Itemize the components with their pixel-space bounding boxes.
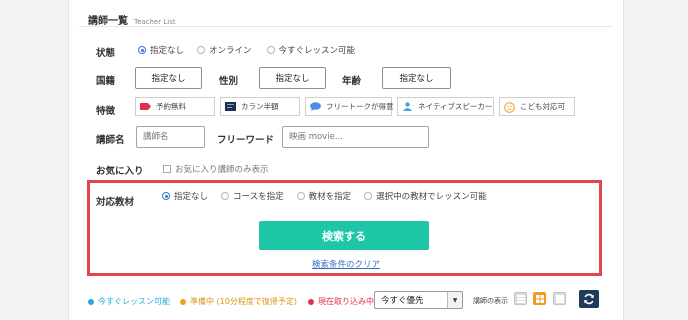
view-compact-button[interactable] — [553, 292, 566, 305]
favorites-label: お気に入り — [96, 166, 144, 177]
view-label: 講師の表示 — [473, 297, 508, 305]
teacher-name-input[interactable] — [136, 126, 205, 148]
checkbox-icon — [163, 165, 171, 173]
age-label: 年齢 — [342, 76, 362, 87]
gender-select[interactable]: 指定なし — [259, 67, 326, 89]
legend-preparing: 準備中 (10分程度で復帰予定) — [180, 296, 297, 307]
favorites-only-checkbox[interactable]: お気に入り講師のみ表示 — [163, 163, 269, 175]
grid-view-icon — [535, 294, 544, 303]
chevron-down-icon: ▼ — [447, 292, 462, 308]
radio-icon — [296, 192, 305, 200]
material-label: 対応教材 — [96, 197, 135, 208]
teacher-name-label: 講師名 — [96, 135, 125, 146]
feature-free-talk[interactable]: フリートークが得意 — [305, 97, 394, 116]
legend-available-now: 今すぐレッスン可能 — [88, 296, 170, 307]
status-radio-group: 指定なし オンライン 今すぐレッスン可能 — [138, 44, 368, 56]
freeword-input[interactable] — [282, 126, 429, 148]
list-view-icon — [516, 294, 525, 303]
status-option-any[interactable]: 指定なし — [138, 44, 184, 56]
header-divider — [79, 26, 613, 27]
view-list-button[interactable] — [514, 292, 527, 305]
status-option-available-now[interactable]: 今すぐレッスン可能 — [266, 44, 355, 56]
red-dot-icon — [308, 298, 314, 305]
feature-native-speaker[interactable]: ネイティブスピーカー — [397, 97, 494, 116]
radio-selected-icon — [138, 46, 146, 54]
gender-label: 性別 — [219, 76, 239, 87]
ticket-icon — [140, 102, 151, 111]
refresh-icon — [584, 293, 594, 305]
page-subtitle: Teacher List — [134, 18, 176, 26]
material-option-selected-textbook[interactable]: 選択中の教材でレッスン可能 — [364, 190, 487, 202]
nationality-label: 国籍 — [96, 76, 116, 87]
radio-icon — [197, 46, 206, 54]
radio-selected-icon — [162, 192, 170, 200]
search-panel: 講師一覧 Teacher List 状態 指定なし オンライン 今すぐレッスン可能… — [68, 0, 624, 320]
search-button[interactable]: 検索する — [259, 221, 429, 250]
material-option-textbook[interactable]: 教材を指定 — [296, 190, 351, 202]
freeword-label: フリーワード — [217, 135, 275, 146]
radio-icon — [266, 46, 275, 54]
view-grid-button[interactable] — [533, 292, 546, 305]
feature-callan-half-price[interactable]: カラン半額 — [220, 97, 300, 116]
compact-view-icon — [555, 294, 564, 303]
callan-icon — [225, 102, 236, 111]
legend-busy: 現在取り込み中 — [308, 296, 374, 307]
feature-free-booking[interactable]: 予約無料 — [135, 97, 215, 116]
orange-dot-icon — [180, 298, 186, 305]
sort-select[interactable]: 今すぐ優先 ▼ — [374, 291, 463, 309]
material-option-course[interactable]: コースを指定 — [221, 190, 284, 202]
radio-icon — [221, 192, 230, 200]
smiley-icon — [504, 102, 515, 113]
feature-kids-ok[interactable]: こども対応可 — [499, 97, 575, 116]
age-select[interactable]: 指定なし — [382, 67, 451, 89]
features-label: 特徴 — [96, 106, 116, 117]
cyan-dot-icon — [88, 298, 94, 305]
panel-header: 講師一覧 Teacher List — [88, 9, 176, 27]
speech-bubble-icon — [310, 102, 321, 111]
radio-icon — [364, 192, 373, 200]
status-option-online[interactable]: オンライン — [197, 44, 252, 56]
clear-conditions-link[interactable]: 検索条件のクリア — [286, 258, 406, 270]
nationality-select[interactable]: 指定なし — [135, 67, 202, 89]
refresh-button[interactable] — [579, 290, 599, 308]
native-speaker-icon — [402, 102, 413, 111]
status-label: 状態 — [96, 48, 116, 59]
material-option-any[interactable]: 指定なし — [162, 190, 208, 202]
material-radio-group: 指定なし コースを指定 教材を指定 選択中の教材でレッスン可能 — [162, 190, 500, 202]
